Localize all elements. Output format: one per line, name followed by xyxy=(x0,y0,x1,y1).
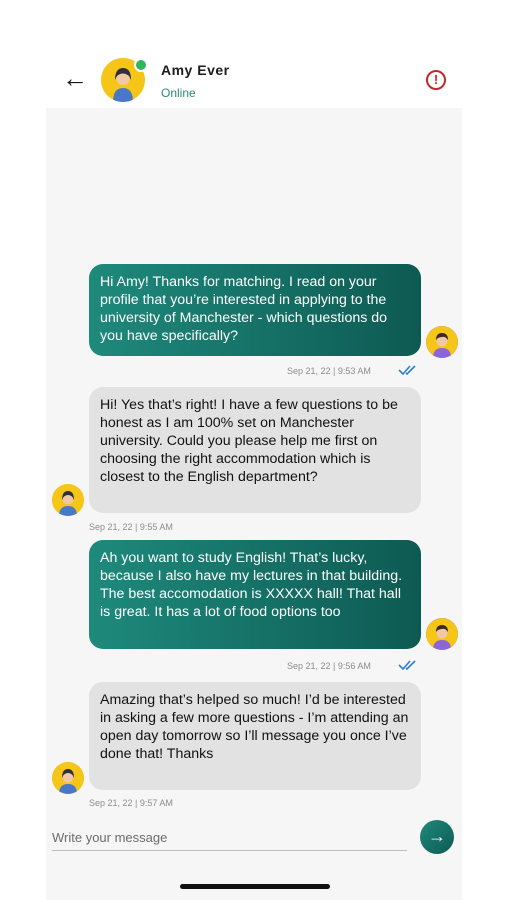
outgoing-message-bubble[interactable]: Hi Amy! Thanks for matching. I read on y… xyxy=(89,264,421,356)
contact-status: Online xyxy=(161,86,196,100)
person-avatar-icon xyxy=(426,326,458,358)
double-check-icon xyxy=(398,365,416,376)
user-avatar xyxy=(426,326,458,358)
message-input[interactable] xyxy=(52,824,407,851)
back-arrow-icon[interactable]: ← xyxy=(62,64,90,92)
message-timestamp: Sep 21, 22 | 9:55 AM xyxy=(89,522,173,532)
chat-header: ← Amy Ever Online ! xyxy=(0,50,507,110)
report-alert-icon[interactable]: ! xyxy=(426,70,446,90)
outgoing-message-bubble[interactable]: Ah you want to study English! That’s luc… xyxy=(89,540,421,649)
person-avatar-icon xyxy=(426,618,458,650)
message-composer xyxy=(52,822,412,864)
double-check-icon xyxy=(398,660,416,671)
incoming-message-bubble[interactable]: Amazing that’s helped so much! I’d be in… xyxy=(89,682,421,790)
user-avatar xyxy=(426,618,458,650)
message-timestamp: Sep 21, 22 | 9:53 AM xyxy=(287,366,371,376)
send-arrow-icon[interactable]: → xyxy=(420,820,454,854)
message-timestamp: Sep 21, 22 | 9:57 AM xyxy=(89,798,173,808)
home-indicator xyxy=(180,884,330,889)
contact-avatar-small xyxy=(52,484,84,516)
contact-name: Amy Ever xyxy=(161,62,230,78)
message-timestamp: Sep 21, 22 | 9:56 AM xyxy=(287,661,371,671)
person-avatar-icon xyxy=(52,484,84,516)
person-avatar-icon xyxy=(52,762,84,794)
online-indicator xyxy=(134,58,148,72)
contact-avatar-small xyxy=(52,762,84,794)
incoming-message-bubble[interactable]: Hi! Yes that’s right! I have a few quest… xyxy=(89,387,421,513)
